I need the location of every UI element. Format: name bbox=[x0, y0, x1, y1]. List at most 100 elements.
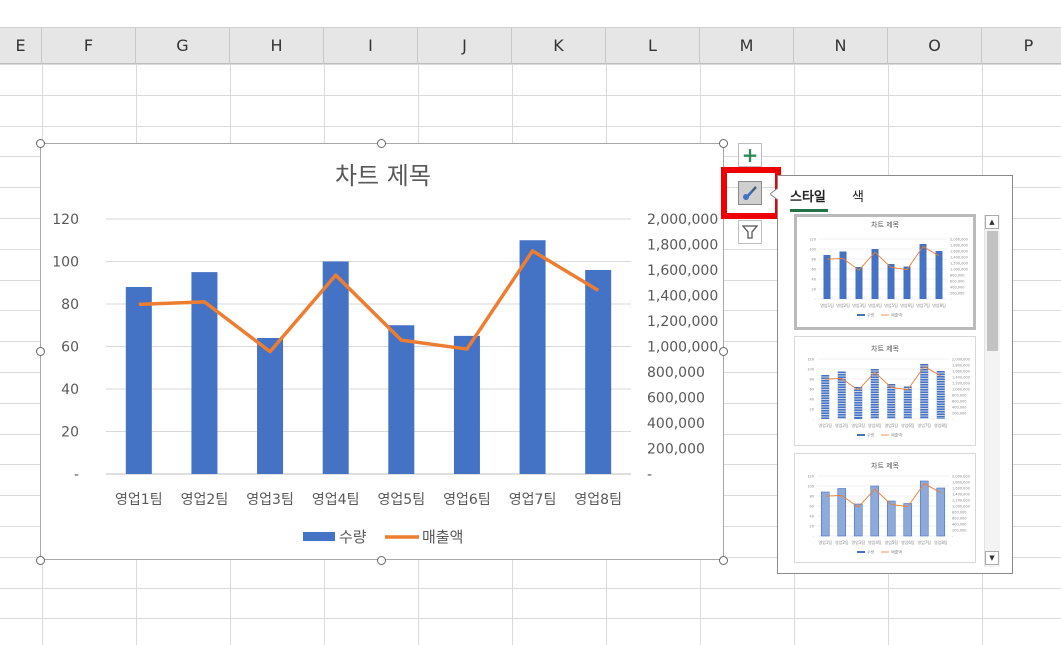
thumbnail-left-tick: 60 bbox=[810, 388, 814, 392]
thumbnail-bar bbox=[903, 386, 912, 419]
thumbnail-category: 영업5팀 bbox=[884, 422, 898, 428]
category-label: 영업4팀 bbox=[312, 492, 360, 508]
category-label: 영업2팀 bbox=[181, 492, 229, 508]
resize-handle-bottom-left[interactable] bbox=[36, 556, 45, 565]
scroll-thumb[interactable] bbox=[987, 231, 998, 351]
thumbnail-category: 영업5팀 bbox=[884, 539, 898, 545]
thumbnail-left-tick: - bbox=[815, 298, 817, 302]
grid-row-line bbox=[0, 126, 1061, 127]
column-header-g[interactable]: G bbox=[136, 28, 230, 64]
thumbnail-right-tick: 600,000 bbox=[952, 400, 966, 404]
category-label: 영업8팀 bbox=[574, 492, 622, 508]
column-header-f[interactable]: F bbox=[42, 28, 136, 64]
thumbnail-category: 영업5팀 bbox=[884, 302, 898, 308]
thumbnail-right-tick: 1,200,000 bbox=[952, 499, 970, 503]
tab-style[interactable]: 스타일 bbox=[790, 186, 826, 205]
column-header-o[interactable]: O bbox=[888, 28, 982, 64]
thumbnail-category: 영업4팀 bbox=[868, 539, 882, 545]
right-axis-tick: 800,000 bbox=[647, 365, 705, 381]
thumbnail-category: 영업6팀 bbox=[900, 302, 914, 308]
thumbnail-right-tick: - bbox=[950, 298, 952, 302]
column-header-n[interactable]: N bbox=[794, 28, 888, 64]
thumbnail-right-tick: 1,600,000 bbox=[950, 250, 968, 254]
combo-chart: 차트 제목 120 100 80 60 40 20 - 2,000,000 1,800,000 1,… bbox=[52, 162, 718, 546]
thumbnail-right-tick: 1,400,000 bbox=[952, 493, 970, 497]
bar-8 bbox=[585, 270, 612, 474]
thumbnail-bar bbox=[855, 267, 863, 299]
column-header-m[interactable]: M bbox=[700, 28, 794, 64]
right-axis-tick: 1,800,000 bbox=[647, 238, 718, 254]
thumbnail-right-tick: 400,000 bbox=[950, 286, 964, 290]
thumbnail-left-tick: 40 bbox=[810, 398, 814, 402]
thumbnail-left-tick: 100 bbox=[807, 485, 814, 489]
style-thumbnail-3[interactable]: 차트 제목 120 100 80 60 40 20 - 2,000,000 1,800,000 1,… bbox=[794, 453, 976, 563]
thumbnail-right-tick: 600,000 bbox=[950, 280, 964, 284]
thumbnail-right-tick: 1,800,000 bbox=[952, 481, 970, 485]
column-header-j[interactable]: J bbox=[418, 28, 512, 64]
thumbnail-right-tick: 1,400,000 bbox=[950, 256, 968, 260]
style-thumbnail-2[interactable]: 차트 제목 120 100 80 60 40 20 - 2,000,000 1,800,000 1,… bbox=[794, 336, 976, 446]
filter-icon bbox=[742, 225, 758, 239]
scroll-up-button[interactable]: ▲ bbox=[985, 215, 999, 229]
thumbnail-right-tick: 200,000 bbox=[952, 529, 966, 533]
bar-1 bbox=[125, 287, 152, 474]
thumbnail-right-tick: 800,000 bbox=[950, 274, 964, 278]
thumbnail-title: 차트 제목 bbox=[871, 344, 900, 353]
bar-3 bbox=[257, 338, 284, 474]
thumbnail-right-tick: 1,800,000 bbox=[950, 244, 968, 248]
thumbnail-right-tick: 600,000 bbox=[952, 517, 966, 521]
thumbnail-right-tick: 2,000,000 bbox=[950, 238, 968, 242]
resize-handle-bottom-right[interactable] bbox=[719, 556, 728, 565]
chart-filters-button[interactable] bbox=[738, 220, 762, 244]
category-label: 영업6팀 bbox=[443, 492, 491, 508]
thumbnail-left-tick: 120 bbox=[807, 358, 814, 362]
grid-row-line bbox=[0, 64, 1061, 65]
thumbnail-category: 영업1팀 bbox=[820, 302, 834, 308]
category-label: 영업3팀 bbox=[246, 492, 294, 508]
column-header-l[interactable]: L bbox=[606, 28, 700, 64]
resize-handle-left[interactable] bbox=[36, 347, 45, 356]
thumbnail-bar bbox=[903, 266, 911, 299]
column-header-i[interactable]: I bbox=[324, 28, 418, 64]
chart-area[interactable]: 차트 제목 120 100 80 60 40 20 - 2,000,000 1,800,000 1,… bbox=[40, 143, 724, 560]
thumbnail-legend-label: 매출액 bbox=[891, 312, 902, 318]
bar-4 bbox=[322, 261, 349, 474]
resize-handle-top-right[interactable] bbox=[719, 139, 728, 148]
right-axis-tick: 600,000 bbox=[647, 391, 705, 407]
column-header-e[interactable]: E bbox=[0, 28, 42, 64]
thumbnail-bar bbox=[903, 503, 913, 537]
pane-scrollbar[interactable]: ▲ ▼ bbox=[984, 215, 1000, 567]
thumbnail-right-tick: 200,000 bbox=[950, 292, 964, 296]
chart-elements-button[interactable]: + bbox=[738, 143, 762, 167]
thumbnail-right-tick: - bbox=[952, 418, 954, 422]
thumbnail-left-tick: 40 bbox=[810, 515, 814, 519]
thumbnail-bar bbox=[919, 244, 927, 299]
resize-handle-top[interactable] bbox=[377, 139, 386, 148]
thumbnail-category: 영업6팀 bbox=[901, 422, 915, 428]
thumbnail-title: 차트 제목 bbox=[871, 461, 900, 470]
thumbnail-left-tick: 80 bbox=[812, 258, 816, 262]
thumbnail-right-tick: 200,000 bbox=[952, 412, 966, 416]
left-axis-tick: 20 bbox=[61, 425, 79, 441]
right-axis-tick: 2,000,000 bbox=[647, 212, 718, 228]
column-header-k[interactable]: K bbox=[512, 28, 606, 64]
category-label: 영업1팀 bbox=[115, 492, 163, 508]
tab-color[interactable]: 색 bbox=[852, 186, 864, 205]
thumbnail-left-tick: 60 bbox=[810, 505, 814, 509]
left-axis-tick: 80 bbox=[61, 297, 79, 313]
thumbnail-bar bbox=[919, 480, 929, 537]
thumbnail-right-tick: 1,200,000 bbox=[952, 382, 970, 386]
thumbnail-left-tick: 20 bbox=[810, 525, 814, 529]
column-header-h[interactable]: H bbox=[230, 28, 324, 64]
bar-5 bbox=[388, 325, 415, 474]
thumbnail-left-tick: - bbox=[813, 535, 815, 539]
thumbnail-legend-label: 수량 bbox=[867, 549, 875, 555]
style-thumbnail-1[interactable]: 차트 제목 120 100 80 60 40 20 - 2,000,000 1,800,000 1,… bbox=[794, 214, 976, 330]
resize-handle-right[interactable] bbox=[719, 347, 728, 356]
thumbnail-left-tick: 120 bbox=[807, 475, 814, 479]
resize-handle-bottom[interactable] bbox=[377, 556, 386, 565]
column-header-p[interactable]: P bbox=[982, 28, 1061, 64]
resize-handle-top-left[interactable] bbox=[36, 139, 45, 148]
thumbnail-left-tick: 80 bbox=[810, 378, 814, 382]
scroll-down-button[interactable]: ▼ bbox=[985, 551, 999, 565]
